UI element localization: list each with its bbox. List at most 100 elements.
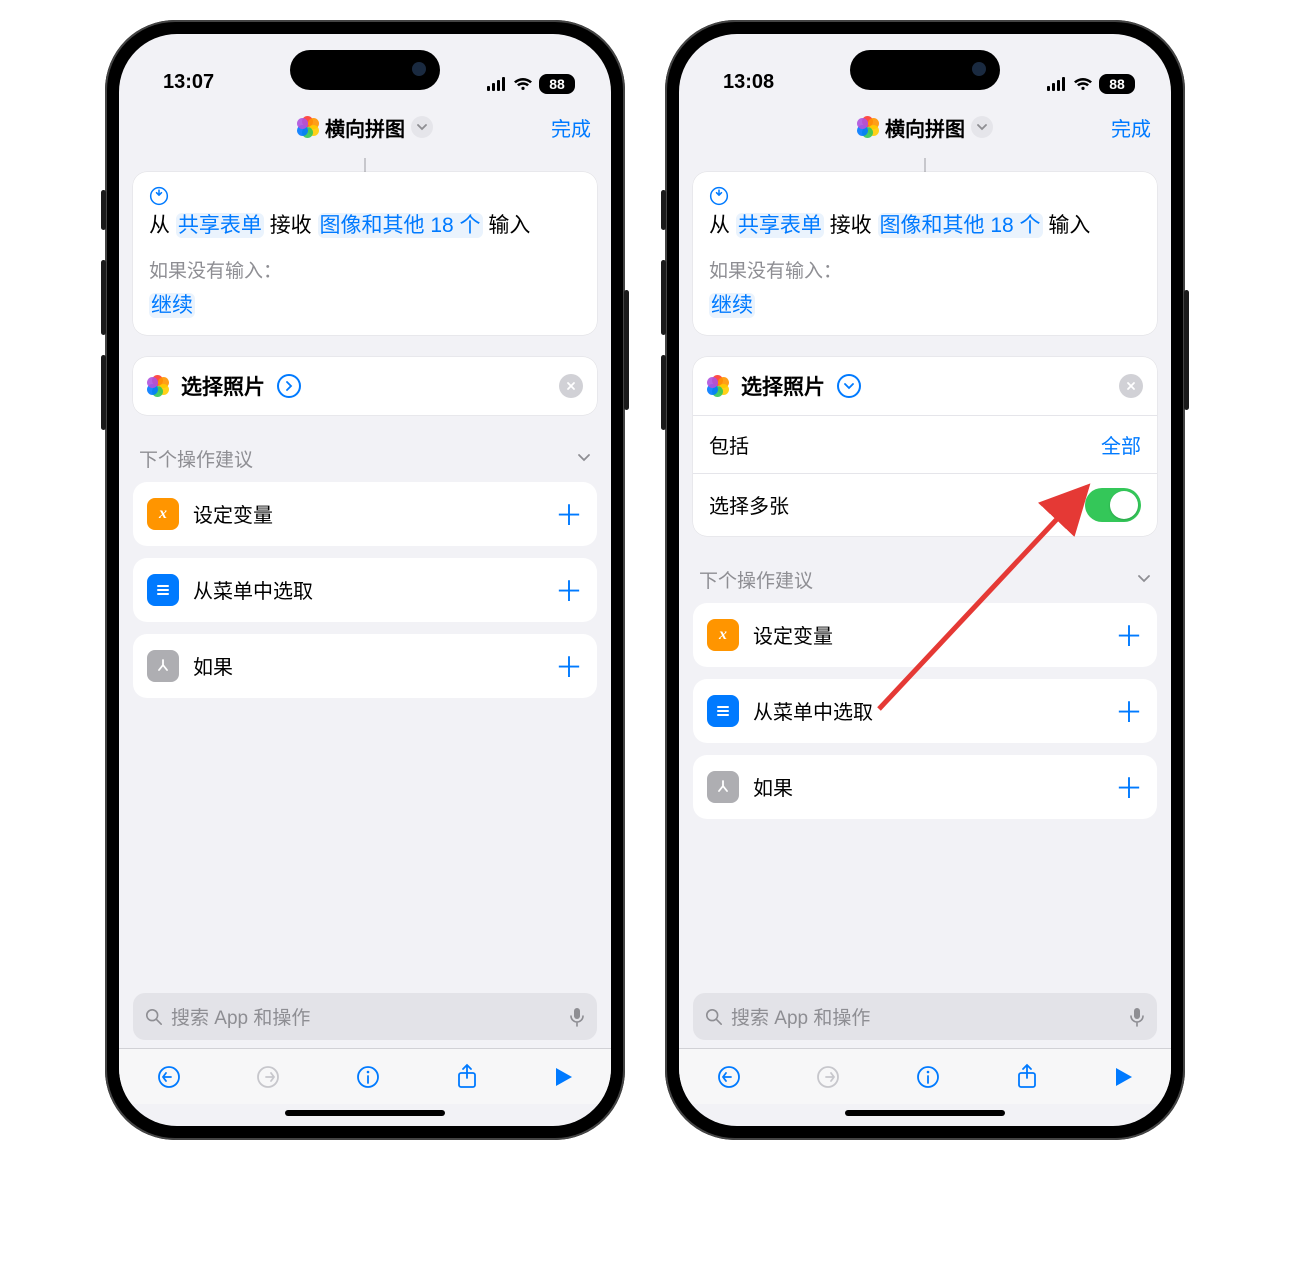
nav-bar: 横向拼图 完成 [679,100,1171,154]
variable-icon: x [147,498,179,530]
include-option-row[interactable]: 包括 全部 [693,415,1157,473]
shortcut-title-text: 横向拼图 [325,113,405,142]
chevron-down-icon [577,451,591,465]
redo-button [255,1064,281,1090]
wifi-icon [1073,76,1093,92]
photos-app-icon [147,375,169,397]
collapse-action-icon[interactable] [837,374,861,398]
input-types-token[interactable]: 图像和其他 18 个 [878,213,1043,238]
add-icon[interactable]: ＋ [555,570,583,610]
share-sheet-token[interactable]: 共享表单 [736,213,824,238]
include-value[interactable]: 全部 [1101,430,1141,459]
no-input-label: 如果没有输入： [709,256,1141,283]
no-input-label: 如果没有输入： [149,256,581,283]
select-multiple-row[interactable]: 选择多张 [693,473,1157,536]
done-button[interactable]: 完成 [1111,113,1151,142]
search-placeholder: 搜索 App 和操作 [731,1003,1121,1030]
action-title: 选择照片 [741,371,825,401]
add-icon[interactable]: ＋ [1115,767,1143,807]
photos-app-icon [857,116,879,138]
undo-button[interactable] [156,1064,182,1090]
phone-right: 13:08 88 横向拼图 完成 [665,20,1185,1140]
suggestion-if[interactable]: 如果 ＋ [133,634,597,698]
search-input[interactable]: 搜索 App 和操作 [133,993,597,1040]
status-time: 13:08 [723,71,774,94]
battery-level: 88 [539,74,575,94]
suggestion-if[interactable]: 如果 ＋ [693,755,1157,819]
select-photos-action[interactable]: 选择照片 包括 全部 选择多张 [693,357,1157,536]
search-input[interactable]: 搜索 App 和操作 [693,993,1157,1040]
phone-left: 13:07 88 横向拼图 完成 [105,20,625,1140]
info-button[interactable] [915,1064,941,1090]
chevron-down-icon [1137,572,1151,586]
mic-icon[interactable] [569,1007,585,1027]
home-indicator [845,1110,1005,1116]
menu-icon [707,695,739,727]
branch-icon [707,771,739,803]
select-multiple-toggle[interactable] [1085,488,1141,522]
cellular-icon [1047,76,1067,92]
action-title: 选择照片 [181,371,265,401]
input-icon [709,186,729,206]
nav-bar: 横向拼图 完成 [119,100,611,154]
variable-icon: x [707,619,739,651]
shortcut-input-block[interactable]: 从 共享表单 接收 图像和其他 18 个 输入 如果没有输入： 继续 [693,172,1157,335]
info-button[interactable] [355,1064,381,1090]
suggestion-choose-from-menu[interactable]: 从菜单中选取 ＋ [133,558,597,622]
dynamic-island [850,50,1000,90]
shortcut-title-text: 横向拼图 [885,113,965,142]
suggestions-header[interactable]: 下个操作建议 [133,415,597,482]
dynamic-island [290,50,440,90]
include-label: 包括 [709,430,749,459]
bottom-toolbar [679,1048,1171,1104]
screen-left: 13:07 88 横向拼图 完成 [119,34,611,1126]
redo-button [815,1064,841,1090]
status-time: 13:07 [163,71,214,94]
menu-icon [147,574,179,606]
add-icon[interactable]: ＋ [555,494,583,534]
cellular-icon [487,76,507,92]
bottom-toolbar [119,1048,611,1104]
expand-action-icon[interactable] [277,374,301,398]
search-placeholder: 搜索 App 和操作 [171,1003,561,1030]
run-button[interactable] [552,1066,574,1088]
select-multiple-label: 选择多张 [709,490,789,519]
chevron-down-icon[interactable] [411,116,433,138]
search-icon [705,1008,723,1026]
chevron-down-icon[interactable] [971,116,993,138]
run-button[interactable] [1112,1066,1134,1088]
share-button[interactable] [1015,1063,1039,1091]
share-sheet-token[interactable]: 共享表单 [176,213,264,238]
share-button[interactable] [455,1063,479,1091]
undo-button[interactable] [716,1064,742,1090]
add-icon[interactable]: ＋ [555,646,583,686]
mic-icon[interactable] [1129,1007,1145,1027]
battery-level: 88 [1099,74,1135,94]
wifi-icon [513,76,533,92]
input-icon [149,186,169,206]
photos-app-icon [297,116,319,138]
search-icon [145,1008,163,1026]
no-input-action-token[interactable]: 继续 [709,293,755,318]
shortcut-title[interactable]: 横向拼图 [857,113,993,142]
suggestion-set-variable[interactable]: x 设定变量 ＋ [133,482,597,546]
suggestions-header[interactable]: 下个操作建议 [693,536,1157,603]
screen-right: 13:08 88 横向拼图 完成 [679,34,1171,1126]
add-icon[interactable]: ＋ [1115,615,1143,655]
select-photos-action[interactable]: 选择照片 [133,357,597,415]
add-icon[interactable]: ＋ [1115,691,1143,731]
home-indicator [285,1110,445,1116]
delete-action-icon[interactable] [559,374,583,398]
suggestion-set-variable[interactable]: x 设定变量 ＋ [693,603,1157,667]
shortcut-title[interactable]: 横向拼图 [297,113,433,142]
photos-app-icon [707,375,729,397]
flow-connector [364,158,366,172]
input-types-token[interactable]: 图像和其他 18 个 [318,213,483,238]
delete-action-icon[interactable] [1119,374,1143,398]
suggestion-choose-from-menu[interactable]: 从菜单中选取 ＋ [693,679,1157,743]
branch-icon [147,650,179,682]
shortcut-input-block[interactable]: 从 共享表单 接收 图像和其他 18 个 输入 如果没有输入： 继续 [133,172,597,335]
flow-connector [924,158,926,172]
no-input-action-token[interactable]: 继续 [149,293,195,318]
done-button[interactable]: 完成 [551,113,591,142]
